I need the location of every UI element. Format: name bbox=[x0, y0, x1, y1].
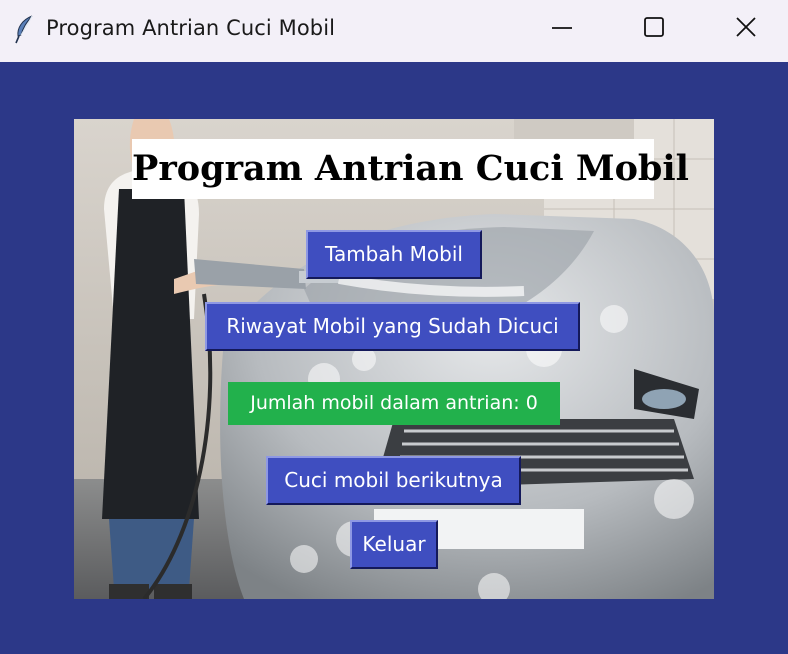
close-icon bbox=[736, 17, 756, 37]
close-button[interactable] bbox=[700, 0, 788, 56]
window-title: Program Antrian Cuci Mobil bbox=[46, 16, 336, 40]
feather-icon bbox=[12, 14, 38, 44]
add-car-button[interactable]: Tambah Mobil bbox=[306, 230, 482, 279]
wash-next-button[interactable]: Cuci mobil berikutnya bbox=[266, 456, 521, 505]
queue-count-label: Jumlah mobil dalam antrian: 0 bbox=[228, 382, 560, 425]
minimize-button[interactable] bbox=[516, 0, 608, 56]
history-button[interactable]: Riwayat Mobil yang Sudah Dicuci bbox=[205, 302, 580, 351]
maximize-button[interactable] bbox=[608, 0, 700, 56]
page-title: Program Antrian Cuci Mobil bbox=[132, 139, 689, 199]
maximize-icon bbox=[644, 17, 664, 37]
exit-button[interactable]: Keluar bbox=[350, 520, 438, 569]
title-bar: Program Antrian Cuci Mobil bbox=[0, 0, 788, 62]
minimize-icon bbox=[552, 27, 572, 29]
